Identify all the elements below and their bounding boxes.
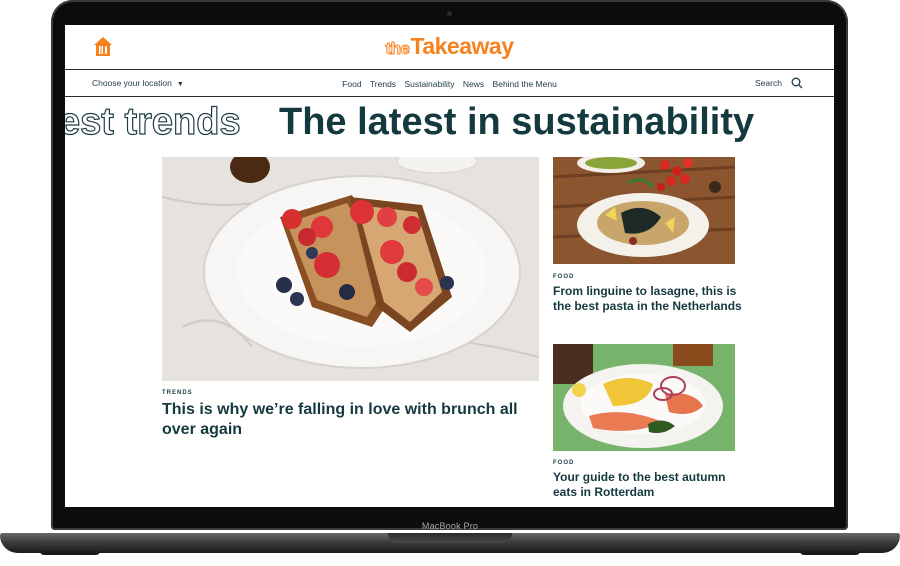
- main-article-image[interactable]: [162, 157, 539, 381]
- laptop-foot-left: [40, 551, 100, 555]
- side-article-1-category[interactable]: FOOD: [553, 274, 574, 280]
- brand-name: Takeaway: [410, 33, 514, 59]
- main-article-category[interactable]: TRENDS: [162, 390, 193, 396]
- top-nav: Choose your location ▼ Food Trends Sustai…: [65, 70, 834, 97]
- marquee-outline-text: est trends: [65, 100, 241, 143]
- bezel-label: MacBook Pro: [421, 521, 479, 531]
- nav-link-food[interactable]: Food: [342, 79, 361, 89]
- headline-marquee: est trends The latest in sustainability: [65, 100, 834, 147]
- side-article-2-image[interactable]: [553, 344, 735, 451]
- nav-links: Food Trends Sustainability News Behind t…: [65, 79, 834, 89]
- side-article-2-category[interactable]: FOOD: [553, 460, 574, 466]
- camera-dot: [447, 11, 452, 16]
- brand-logo[interactable]: theTakeaway: [65, 33, 834, 60]
- side-article-2-title[interactable]: Your guide to the best autumn eats in Ro…: [553, 470, 743, 500]
- main-article-title[interactable]: This is why we’re falling in love with b…: [162, 400, 542, 440]
- nav-link-news[interactable]: News: [463, 79, 484, 89]
- browser-screen: theTakeaway Choose your location ▼ Food T…: [65, 25, 834, 507]
- nav-link-trends[interactable]: Trends: [370, 79, 396, 89]
- laptop-notch: [388, 533, 512, 543]
- site-header: theTakeaway: [65, 25, 834, 70]
- side-article-1-title[interactable]: From linguine to lasagne, this is the be…: [553, 284, 743, 314]
- search-button[interactable]: Search: [755, 77, 803, 89]
- brand-prefix: the: [385, 39, 411, 59]
- laptop-foot-right: [800, 551, 860, 555]
- search-label: Search: [755, 78, 782, 88]
- marquee-solid-text[interactable]: The latest in sustainability: [279, 101, 754, 144]
- nav-link-sustainability[interactable]: Sustainability: [404, 79, 454, 89]
- side-article-1-image[interactable]: [553, 157, 735, 264]
- nav-link-behind-the-menu[interactable]: Behind the Menu: [493, 79, 557, 89]
- search-icon: [791, 77, 803, 89]
